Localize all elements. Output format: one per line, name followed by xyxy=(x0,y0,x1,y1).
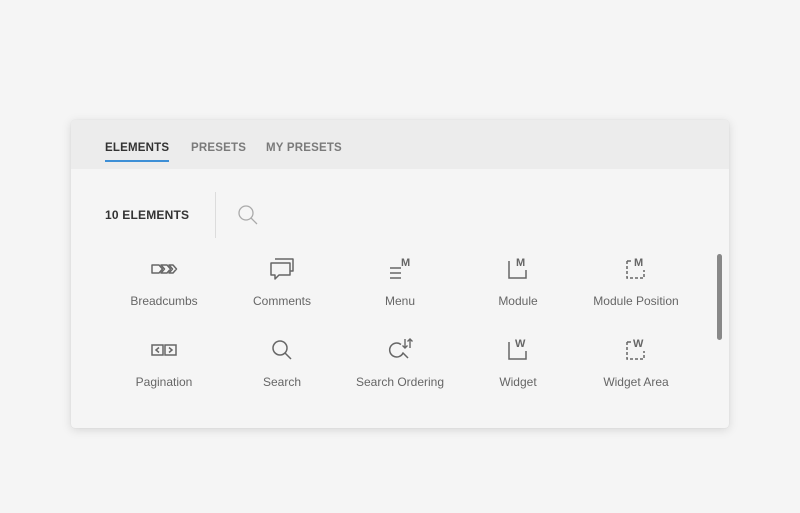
divider xyxy=(215,192,216,238)
comments-icon xyxy=(270,258,294,280)
search-field-icon xyxy=(237,204,259,226)
svg-text:M: M xyxy=(516,257,525,269)
element-label: Breadcumbs xyxy=(130,294,198,308)
elements-grid: Breadcumbs Comments M Menu M Module M Mo… xyxy=(105,252,695,414)
toolbar: 10 ELEMENTS xyxy=(71,192,729,238)
menu-icon: M xyxy=(390,257,410,279)
element-label: Menu xyxy=(384,294,416,308)
search-input[interactable] xyxy=(263,202,667,230)
element-widget-area[interactable]: W Widget Area xyxy=(577,333,695,414)
svg-text:W: W xyxy=(633,338,644,350)
element-label: Comments xyxy=(252,294,311,308)
svg-text:M: M xyxy=(634,257,643,269)
elements-panel: ELEMENTS PRESETS MY PRESETS 10 ELEMENTS … xyxy=(71,120,729,428)
element-label: Pagination xyxy=(135,375,193,389)
element-label: Widget Area xyxy=(603,375,669,389)
svg-text:W: W xyxy=(515,338,526,350)
widget-area-icon: W xyxy=(626,338,645,360)
tab-presets[interactable]: PRESETS xyxy=(191,142,246,160)
module-icon: M xyxy=(508,257,527,279)
scrollbar-thumb[interactable] xyxy=(717,254,722,340)
element-module-position[interactable]: M Module Position xyxy=(577,252,695,333)
search-icon xyxy=(272,340,292,360)
element-comments[interactable]: Comments xyxy=(223,252,341,333)
breadcrumbs-icon xyxy=(151,264,178,274)
element-pagination[interactable]: Pagination xyxy=(105,333,223,414)
tab-elements[interactable]: ELEMENTS xyxy=(105,142,170,162)
element-label: Module Position xyxy=(593,294,679,308)
tab-my-presets[interactable]: MY PRESETS xyxy=(266,142,342,160)
element-label: Search Ordering xyxy=(355,375,445,389)
element-widget[interactable]: W Widget xyxy=(459,333,577,414)
element-label: Widget xyxy=(499,375,537,389)
element-search-ordering[interactable]: Search Ordering xyxy=(341,333,459,414)
element-count: 10 ELEMENTS xyxy=(105,208,190,222)
widget-icon: W xyxy=(508,338,527,360)
tab-bar: ELEMENTS PRESETS MY PRESETS xyxy=(71,120,729,169)
svg-text:M: M xyxy=(401,257,410,269)
element-label: Module xyxy=(498,294,538,308)
element-module[interactable]: M Module xyxy=(459,252,577,333)
element-breadcrumbs[interactable]: Breadcumbs xyxy=(105,252,223,333)
element-label: Search xyxy=(262,375,302,389)
search-ordering-icon xyxy=(388,338,413,359)
pagination-icon xyxy=(151,344,177,356)
module-position-icon: M xyxy=(626,257,645,279)
element-menu[interactable]: M Menu xyxy=(341,252,459,333)
element-search[interactable]: Search xyxy=(223,333,341,414)
